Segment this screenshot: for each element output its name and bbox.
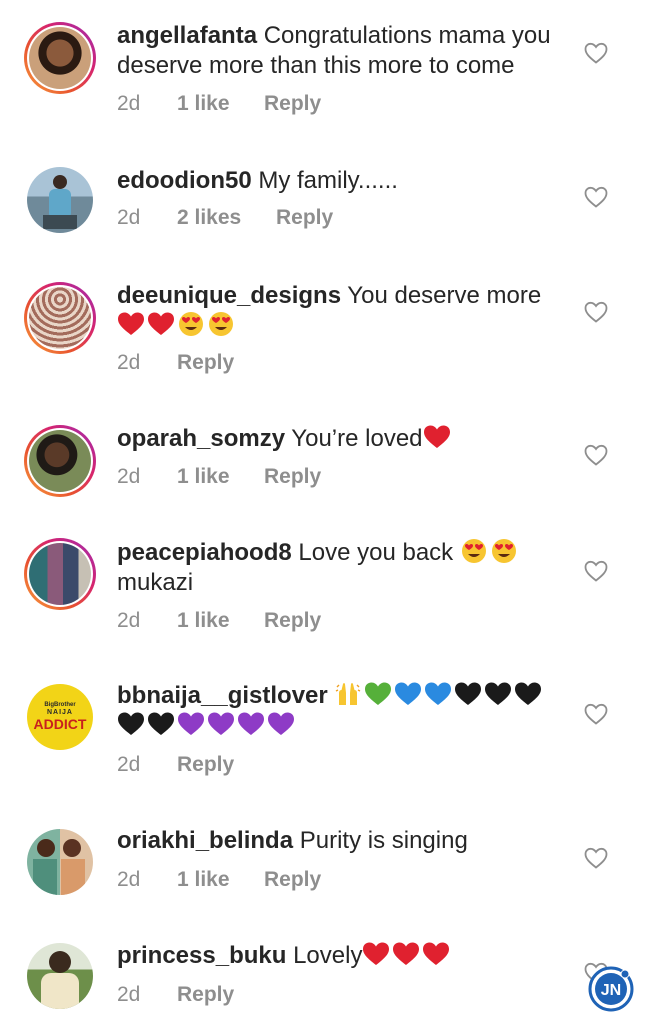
like-heart-icon[interactable] (584, 560, 608, 582)
comment-meta: 2d 1 like Reply (117, 465, 321, 489)
username[interactable]: angellafanta (117, 22, 257, 49)
watermark-logo: JN (588, 966, 634, 1012)
heart-eyes-emoji-icon (209, 312, 233, 336)
red-heart-emoji-icon (423, 425, 450, 448)
comment-meta: 2d 1 like Reply (117, 92, 321, 116)
timestamp: 2d (117, 983, 141, 1006)
comment-text: edoodion50 My family...... (117, 166, 567, 196)
username[interactable]: princess_buku (117, 942, 286, 969)
black-heart-emoji-icon (118, 712, 144, 735)
comment-meta: 2d 2 likes Reply (117, 206, 333, 230)
comment-meta: 2d Reply (117, 753, 234, 777)
green-heart-emoji-icon (365, 682, 392, 705)
like-heart-icon[interactable] (584, 42, 608, 64)
avatar[interactable] (24, 22, 96, 94)
timestamp: 2d (117, 753, 141, 776)
purple-heart-emoji-icon (178, 712, 204, 735)
red-heart-emoji-icon (118, 312, 144, 335)
raising-hands-emoji-icon (336, 683, 361, 705)
comment-body: You deserve more (347, 282, 542, 309)
comment-text: bbnaija__gistlover (117, 681, 567, 741)
comment-text: deeunique_designs You deserve more (117, 281, 567, 341)
comment-body: My family...... (258, 167, 398, 194)
heart-eyes-emoji-icon (491, 539, 516, 563)
reply-button[interactable]: Reply (264, 465, 321, 489)
black-heart-emoji-icon (455, 682, 482, 705)
like-heart-icon[interactable] (584, 186, 608, 208)
reply-button[interactable]: Reply (276, 206, 333, 230)
avatar[interactable] (24, 940, 96, 1012)
avatar[interactable] (24, 538, 96, 610)
red-heart-emoji-icon (148, 312, 174, 335)
comment-text: peacepiahood8 Love you back mukazi (117, 538, 567, 598)
comment-text: princess_buku Lovely (117, 941, 567, 971)
purple-heart-emoji-icon (238, 712, 264, 735)
comment-body: Love you back (298, 539, 454, 566)
heart-eyes-emoji-icon (461, 539, 486, 563)
heart-eyes-emoji-icon (179, 312, 203, 336)
reply-button[interactable]: Reply (177, 983, 234, 1007)
timestamp: 2d (117, 92, 141, 115)
reply-button[interactable]: Reply (264, 868, 321, 892)
jn-logo-label: JN (601, 982, 621, 999)
comment-body: You’re loved (291, 425, 423, 452)
username[interactable]: bbnaija__gistlover (117, 682, 328, 709)
likes-count[interactable]: 1 like (177, 92, 264, 116)
comment-meta: 2d 1 like Reply (117, 609, 321, 633)
purple-heart-emoji-icon (208, 712, 234, 735)
avatar[interactable] (24, 425, 96, 497)
comment-meta: 2d Reply (117, 351, 234, 375)
comment-text: angellafanta Congratulations mama you de… (117, 21, 567, 81)
blue-heart-emoji-icon (425, 682, 452, 705)
black-heart-emoji-icon (148, 712, 174, 735)
avatar[interactable]: BigBrother NAIJA ADDICT (24, 681, 96, 753)
timestamp: 2d (117, 465, 141, 488)
reply-button[interactable]: Reply (177, 351, 234, 375)
timestamp: 2d (117, 206, 141, 229)
username[interactable]: deeunique_designs (117, 282, 341, 309)
like-heart-icon[interactable] (584, 444, 608, 466)
black-heart-emoji-icon (485, 682, 512, 705)
reply-button[interactable]: Reply (264, 609, 321, 633)
comment-text: oriakhi_belinda Purity is singing (117, 826, 567, 856)
comment-text: oparah_somzy You’re loved (117, 424, 567, 454)
blue-heart-emoji-icon (395, 682, 422, 705)
reply-button[interactable]: Reply (177, 753, 234, 777)
username[interactable]: edoodion50 (117, 167, 252, 194)
likes-count[interactable]: 1 like (177, 868, 264, 892)
username[interactable]: peacepiahood8 (117, 539, 292, 566)
avatar[interactable] (24, 164, 96, 236)
reply-button[interactable]: Reply (264, 92, 321, 116)
comment-meta: 2d 1 like Reply (117, 868, 321, 892)
red-heart-emoji-icon (423, 942, 450, 965)
likes-count[interactable]: 2 likes (177, 206, 276, 230)
avatar-logo-text: BigBrother (44, 702, 76, 708)
comment-body-continued: mukazi (117, 569, 194, 596)
likes-count[interactable]: 1 like (177, 465, 264, 489)
black-heart-emoji-icon (515, 682, 542, 705)
timestamp: 2d (117, 609, 141, 632)
red-heart-emoji-icon (363, 942, 390, 965)
comment-meta: 2d Reply (117, 983, 234, 1007)
like-heart-icon[interactable] (584, 301, 608, 323)
like-heart-icon[interactable] (584, 847, 608, 869)
avatar[interactable] (24, 826, 96, 898)
jn-logo-icon: JN (588, 966, 634, 1012)
comment-body: Lovely (293, 942, 363, 969)
red-heart-emoji-icon (393, 942, 420, 965)
purple-heart-emoji-icon (268, 712, 294, 735)
comment-body: Purity is singing (299, 827, 468, 854)
timestamp: 2d (117, 868, 141, 891)
username[interactable]: oriakhi_belinda (117, 827, 293, 854)
avatar-logo-text: ADDICT (33, 716, 87, 732)
timestamp: 2d (117, 351, 141, 374)
username[interactable]: oparah_somzy (117, 425, 285, 452)
like-heart-icon[interactable] (584, 703, 608, 725)
likes-count[interactable]: 1 like (177, 609, 264, 633)
avatar[interactable] (24, 282, 96, 354)
